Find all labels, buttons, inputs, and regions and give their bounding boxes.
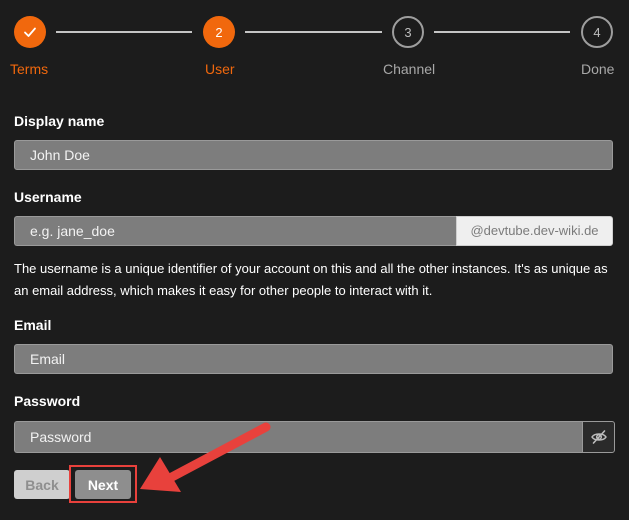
step-channel-label: Channel bbox=[383, 61, 436, 77]
step-terms-circle[interactable] bbox=[14, 16, 46, 48]
step-connector bbox=[245, 31, 382, 33]
password-input[interactable]: Password bbox=[14, 421, 582, 453]
step-channel-circle: 3 bbox=[392, 16, 424, 48]
display-name-input[interactable]: John Doe bbox=[14, 140, 613, 170]
step-user-label: User bbox=[205, 61, 235, 77]
email-input[interactable]: Email bbox=[14, 344, 613, 374]
signup-stepper: 2 3 4 Terms User Channel Done bbox=[0, 0, 629, 90]
step-done-label: Done bbox=[581, 61, 615, 77]
username-help-text: The username is a unique identifier of y… bbox=[14, 261, 608, 298]
step-terms-label[interactable]: Terms bbox=[10, 61, 48, 77]
password-label: Password bbox=[14, 393, 81, 409]
display-name-label: Display name bbox=[14, 113, 105, 129]
password-visibility-toggle[interactable] bbox=[582, 421, 615, 453]
back-button[interactable]: Back bbox=[14, 470, 70, 499]
username-input[interactable]: e.g. jane_doe bbox=[14, 216, 456, 246]
step-done-circle: 4 bbox=[581, 16, 613, 48]
signup-page: 2 3 4 Terms User Channel Done Display na… bbox=[0, 0, 629, 520]
checkmark-icon bbox=[24, 27, 36, 37]
username-label: Username bbox=[14, 189, 82, 205]
next-button[interactable]: Next bbox=[75, 470, 131, 499]
step-connector bbox=[56, 31, 192, 33]
username-domain-suffix: @devtube.dev-wiki.de bbox=[456, 216, 613, 246]
step-connector bbox=[434, 31, 570, 33]
eye-slash-icon bbox=[590, 430, 607, 444]
step-user-circle: 2 bbox=[203, 16, 235, 48]
email-label: Email bbox=[14, 317, 52, 333]
